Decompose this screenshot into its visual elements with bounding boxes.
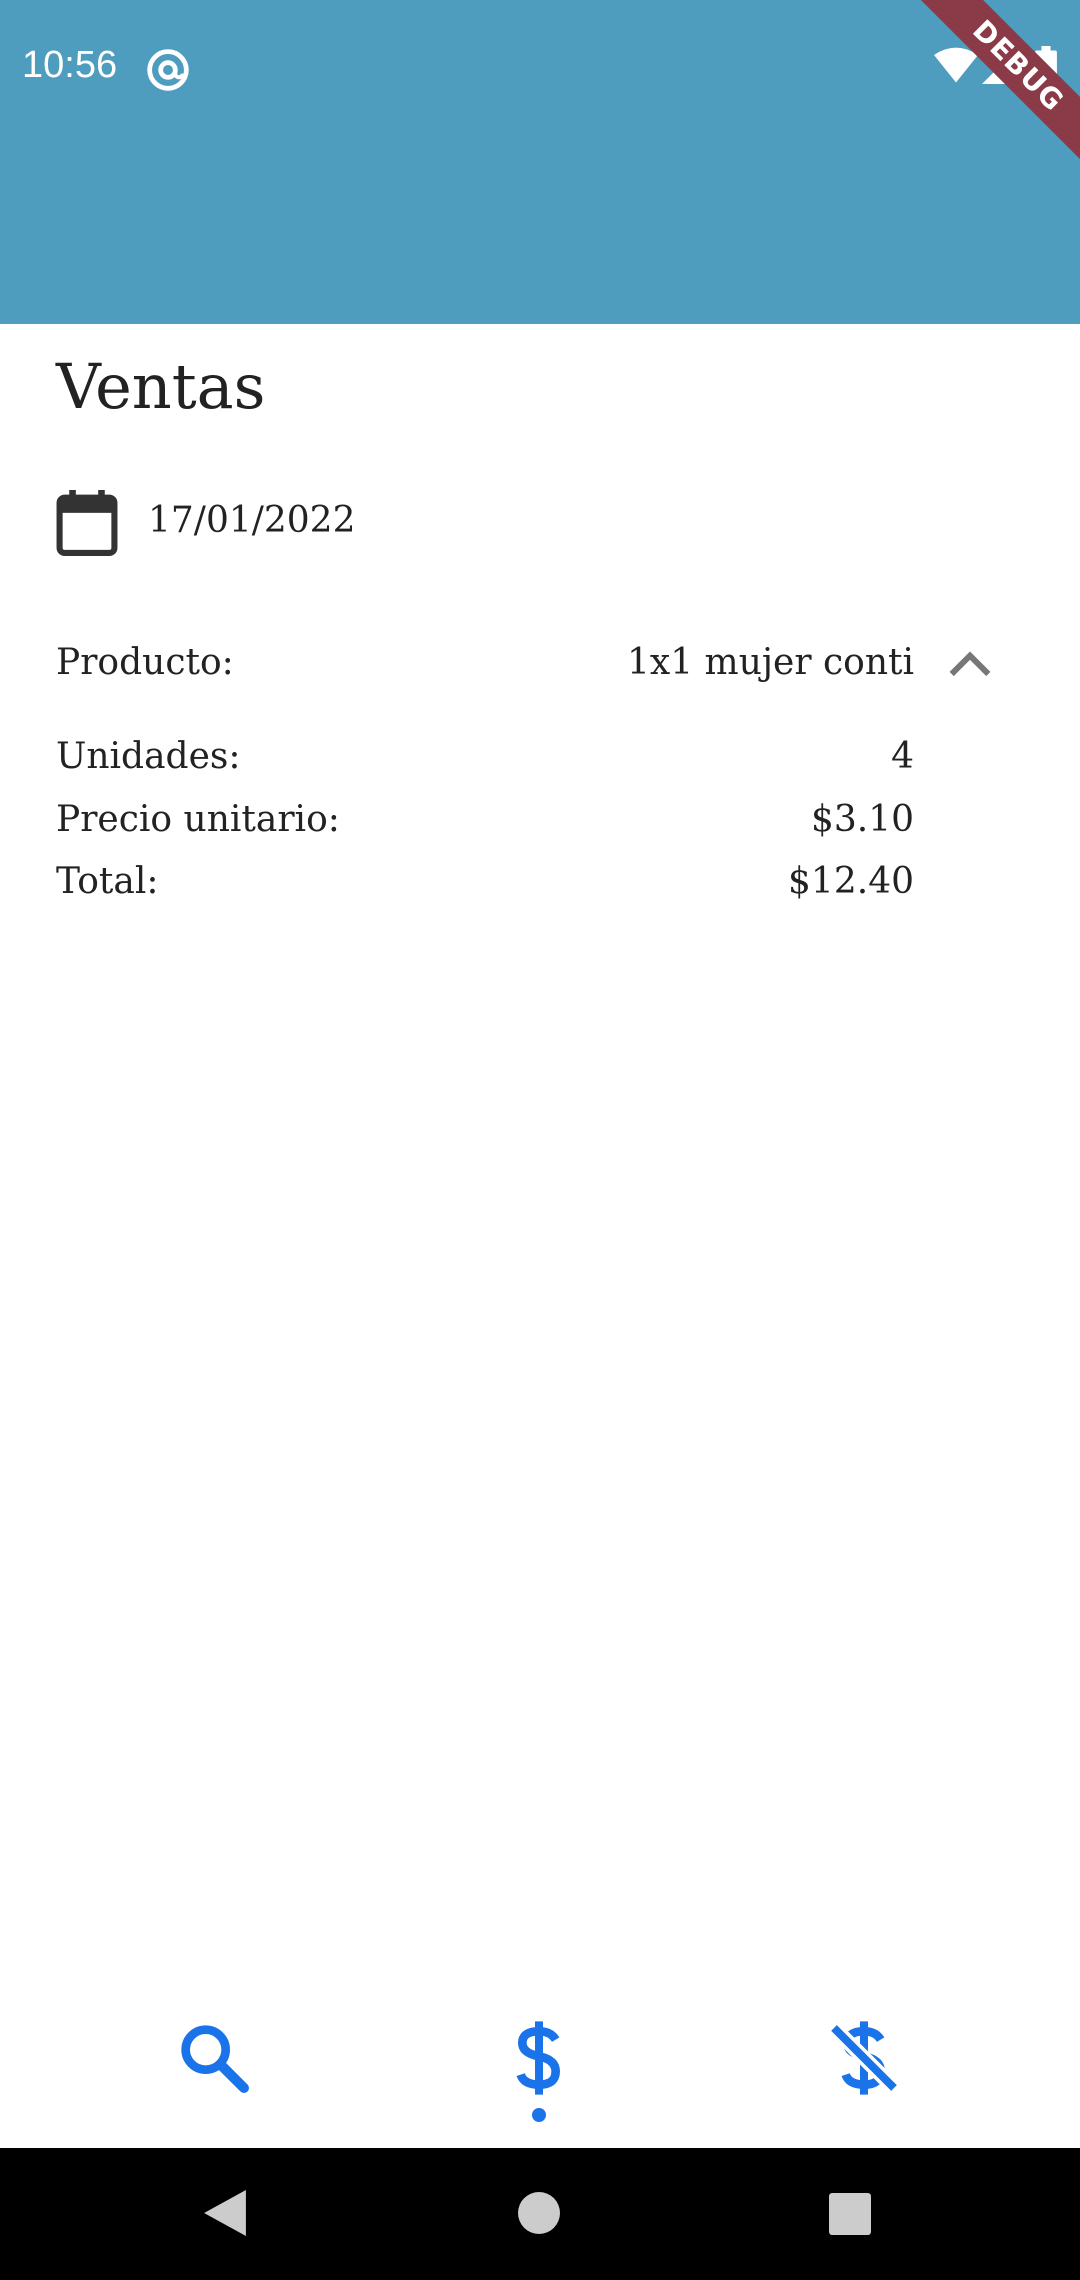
product-label: Producto: bbox=[56, 642, 234, 683]
page-title: Ventas bbox=[56, 350, 266, 423]
at-sign-icon bbox=[147, 49, 189, 91]
unit-price-label: Precio unitario: bbox=[56, 799, 340, 840]
calendar-icon[interactable] bbox=[56, 490, 118, 556]
date-value[interactable]: 17/01/2022 bbox=[148, 500, 356, 541]
money-off-icon[interactable] bbox=[824, 2018, 904, 2098]
bottom-navigation bbox=[0, 1990, 1080, 2150]
system-navigation-bar bbox=[0, 2148, 1080, 2280]
app-bar: 10:56 DEBUG bbox=[0, 0, 1080, 324]
unit-price-value: $3.10 bbox=[810, 799, 914, 840]
dollar-icon[interactable] bbox=[499, 2018, 579, 2098]
product-dropdown[interactable]: 1x1 mujer conti bbox=[627, 642, 914, 683]
recents-icon[interactable] bbox=[829, 2193, 871, 2235]
total-label: Total: bbox=[56, 861, 159, 902]
chevron-up-icon[interactable] bbox=[948, 648, 992, 678]
total-value: $12.40 bbox=[788, 861, 914, 902]
status-time: 10:56 bbox=[22, 44, 118, 86]
search-icon[interactable] bbox=[174, 2018, 254, 2098]
units-value: 4 bbox=[891, 736, 914, 777]
wifi-icon bbox=[934, 47, 978, 83]
back-icon[interactable] bbox=[204, 2190, 246, 2236]
units-label: Unidades: bbox=[56, 736, 241, 777]
debug-banner: DEBUG bbox=[896, 0, 1080, 188]
home-icon[interactable] bbox=[518, 2192, 560, 2234]
active-indicator bbox=[532, 2108, 546, 2122]
